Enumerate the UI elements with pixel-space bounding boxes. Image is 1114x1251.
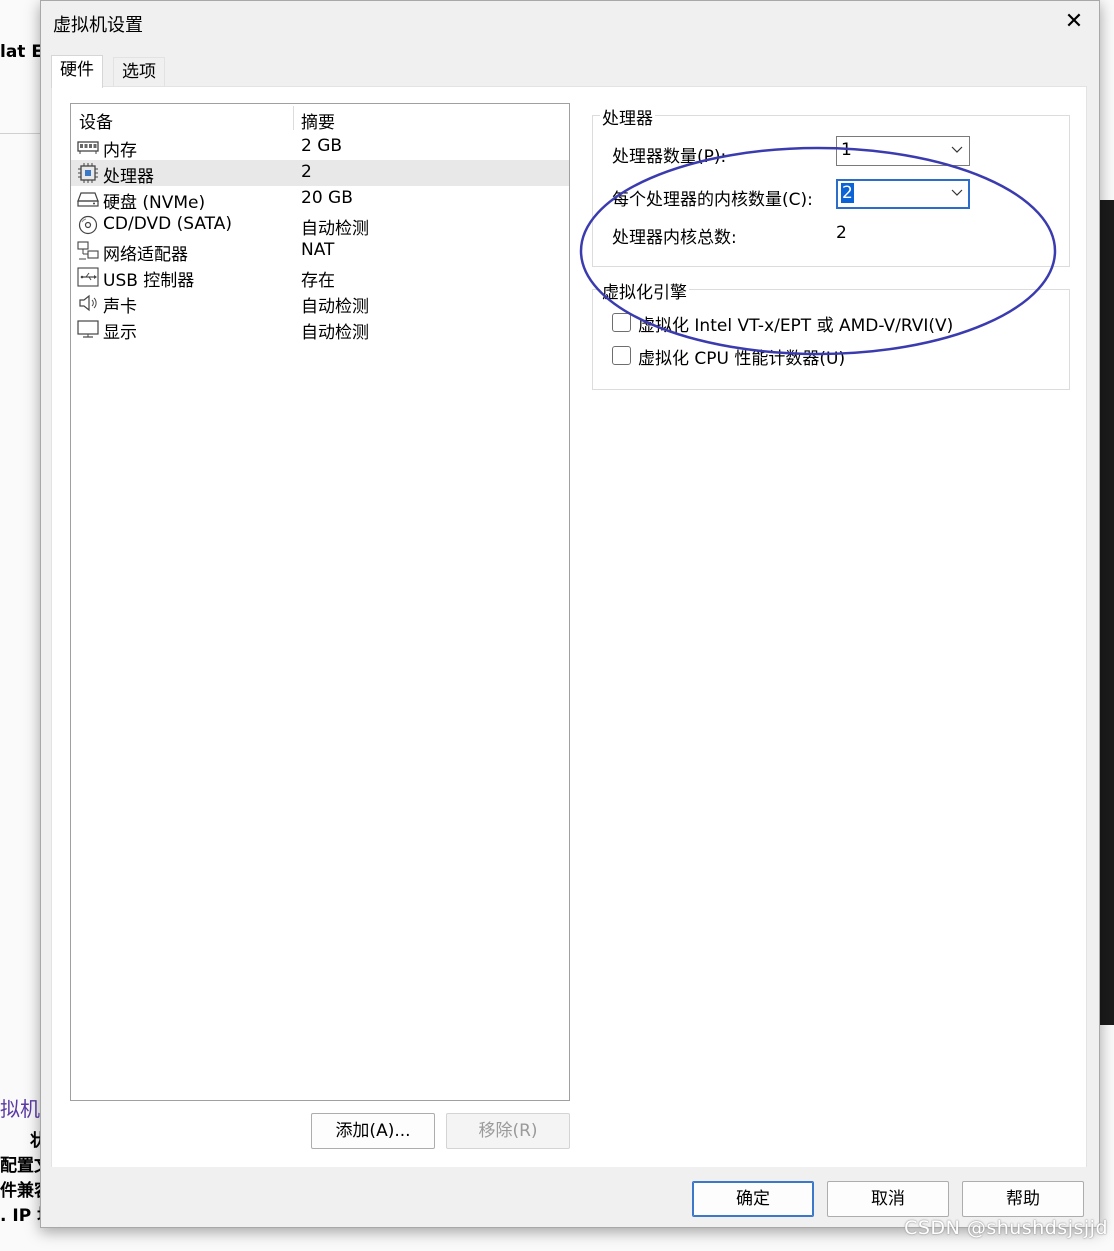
device-row-network-adapter[interactable]: 网络适配器 NAT: [71, 238, 569, 265]
total-cores-label: 处理器内核总数:: [612, 228, 737, 248]
cores-per-processor-label: 每个处理器的内核数量(C):: [612, 190, 813, 210]
device-name: 硬盘 (NVMe): [103, 193, 206, 213]
cpu-perf-counters-checkbox[interactable]: [612, 346, 631, 365]
device-name: CD/DVD (SATA): [103, 214, 232, 234]
device-summary: 2: [301, 162, 312, 182]
virtualization-group-label: 虚拟化引擎: [600, 278, 689, 303]
total-cores-value: 2: [836, 223, 847, 243]
device-summary: 自动检测: [301, 219, 369, 239]
processor-count-select[interactable]: 1: [836, 136, 970, 166]
processor-group-label: 处理器: [600, 104, 655, 129]
background-text-1: lat Eu: [0, 42, 42, 62]
background-left-strip: [0, 0, 42, 1251]
device-row-display[interactable]: 显示 自动检测: [71, 316, 569, 343]
chevron-down-icon: [951, 146, 963, 153]
hard-disk-icon: [77, 192, 99, 207]
processor-count-label: 处理器数量(P):: [612, 147, 727, 167]
column-header-device[interactable]: 设备: [79, 108, 113, 133]
device-summary: 自动检测: [301, 323, 369, 343]
device-summary: 2 GB: [301, 136, 343, 156]
column-header-summary[interactable]: 摘要: [301, 108, 335, 133]
tab-options[interactable]: 选项: [113, 57, 165, 86]
cancel-button[interactable]: 取消: [827, 1181, 949, 1217]
device-name: 内存: [103, 141, 137, 161]
virtualization-group: [592, 289, 1070, 390]
processor-icon: [78, 163, 98, 183]
background-heading: 拟机: [0, 1097, 40, 1121]
processor-count-value: 1: [841, 140, 852, 160]
vm-settings-dialog: 虚拟机设置 ✕ 硬件 选项 设备 摘要 内存 2 GB 处理器 2 硬盘 (NV…: [40, 0, 1100, 1228]
cpu-perf-counters-label[interactable]: 虚拟化 CPU 性能计数器(U): [638, 344, 845, 369]
background-divider: [0, 133, 42, 134]
dialog-title: 虚拟机设置: [53, 15, 143, 36]
tab-hardware[interactable]: 硬件: [51, 55, 103, 88]
hardware-panel: 设备 摘要 内存 2 GB 处理器 2 硬盘 (NVMe) 20 GB CD/D…: [51, 86, 1087, 1169]
usb-icon: [77, 267, 99, 287]
memory-icon: [77, 141, 99, 154]
device-name: 网络适配器: [103, 245, 188, 265]
sound-card-icon: [79, 294, 97, 312]
cd-dvd-icon: [78, 215, 98, 235]
column-separator[interactable]: [293, 106, 294, 130]
vt-x-label[interactable]: 虚拟化 Intel VT-x/EPT 或 AMD-V/RVI(V): [638, 311, 953, 336]
device-row-memory[interactable]: 内存 2 GB: [71, 134, 569, 161]
display-icon: [77, 320, 99, 338]
background-text-3: 配置文: [0, 1156, 42, 1176]
close-button[interactable]: ✕: [1059, 7, 1089, 37]
ok-button[interactable]: 确定: [692, 1181, 814, 1217]
chevron-down-icon: [951, 189, 963, 196]
device-summary: 20 GB: [301, 188, 353, 208]
device-row-sound-card[interactable]: 声卡 自动检测: [71, 290, 569, 317]
watermark: CSDN @shushdsjsjjd: [904, 1217, 1108, 1239]
device-name: 处理器: [103, 167, 154, 187]
background-text-5: . IP 地: [0, 1206, 42, 1226]
device-summary: 存在: [301, 271, 335, 291]
add-device-button[interactable]: 添加(A)...: [311, 1113, 435, 1149]
network-adapter-icon: [77, 241, 99, 260]
cores-per-processor-value: 2: [841, 183, 854, 203]
device-name: USB 控制器: [103, 271, 195, 291]
background-text-4: 件兼容: [0, 1181, 42, 1201]
device-list[interactable]: 设备 摘要 内存 2 GB 处理器 2 硬盘 (NVMe) 20 GB CD/D…: [70, 103, 570, 1101]
device-row-cd-dvd[interactable]: CD/DVD (SATA) 自动检测: [71, 212, 569, 239]
device-summary: NAT: [301, 240, 335, 260]
remove-device-button[interactable]: 移除(R): [446, 1113, 570, 1149]
device-name: 声卡: [103, 297, 137, 317]
device-summary: 自动检测: [301, 297, 369, 317]
cores-per-processor-select[interactable]: 2: [836, 179, 970, 209]
title-bar: 虚拟机设置 ✕: [41, 1, 1099, 45]
device-list-header: 设备 摘要: [71, 104, 569, 133]
help-button[interactable]: 帮助: [962, 1181, 1084, 1217]
device-row-usb-controller[interactable]: USB 控制器 存在: [71, 264, 569, 291]
device-row-processor[interactable]: 处理器 2: [71, 160, 569, 187]
close-icon: ✕: [1064, 9, 1084, 34]
background-dark-panel: [1098, 200, 1114, 1025]
device-row-hard-disk[interactable]: 硬盘 (NVMe) 20 GB: [71, 186, 569, 213]
vt-x-checkbox[interactable]: [612, 313, 631, 332]
device-name: 显示: [103, 323, 137, 343]
